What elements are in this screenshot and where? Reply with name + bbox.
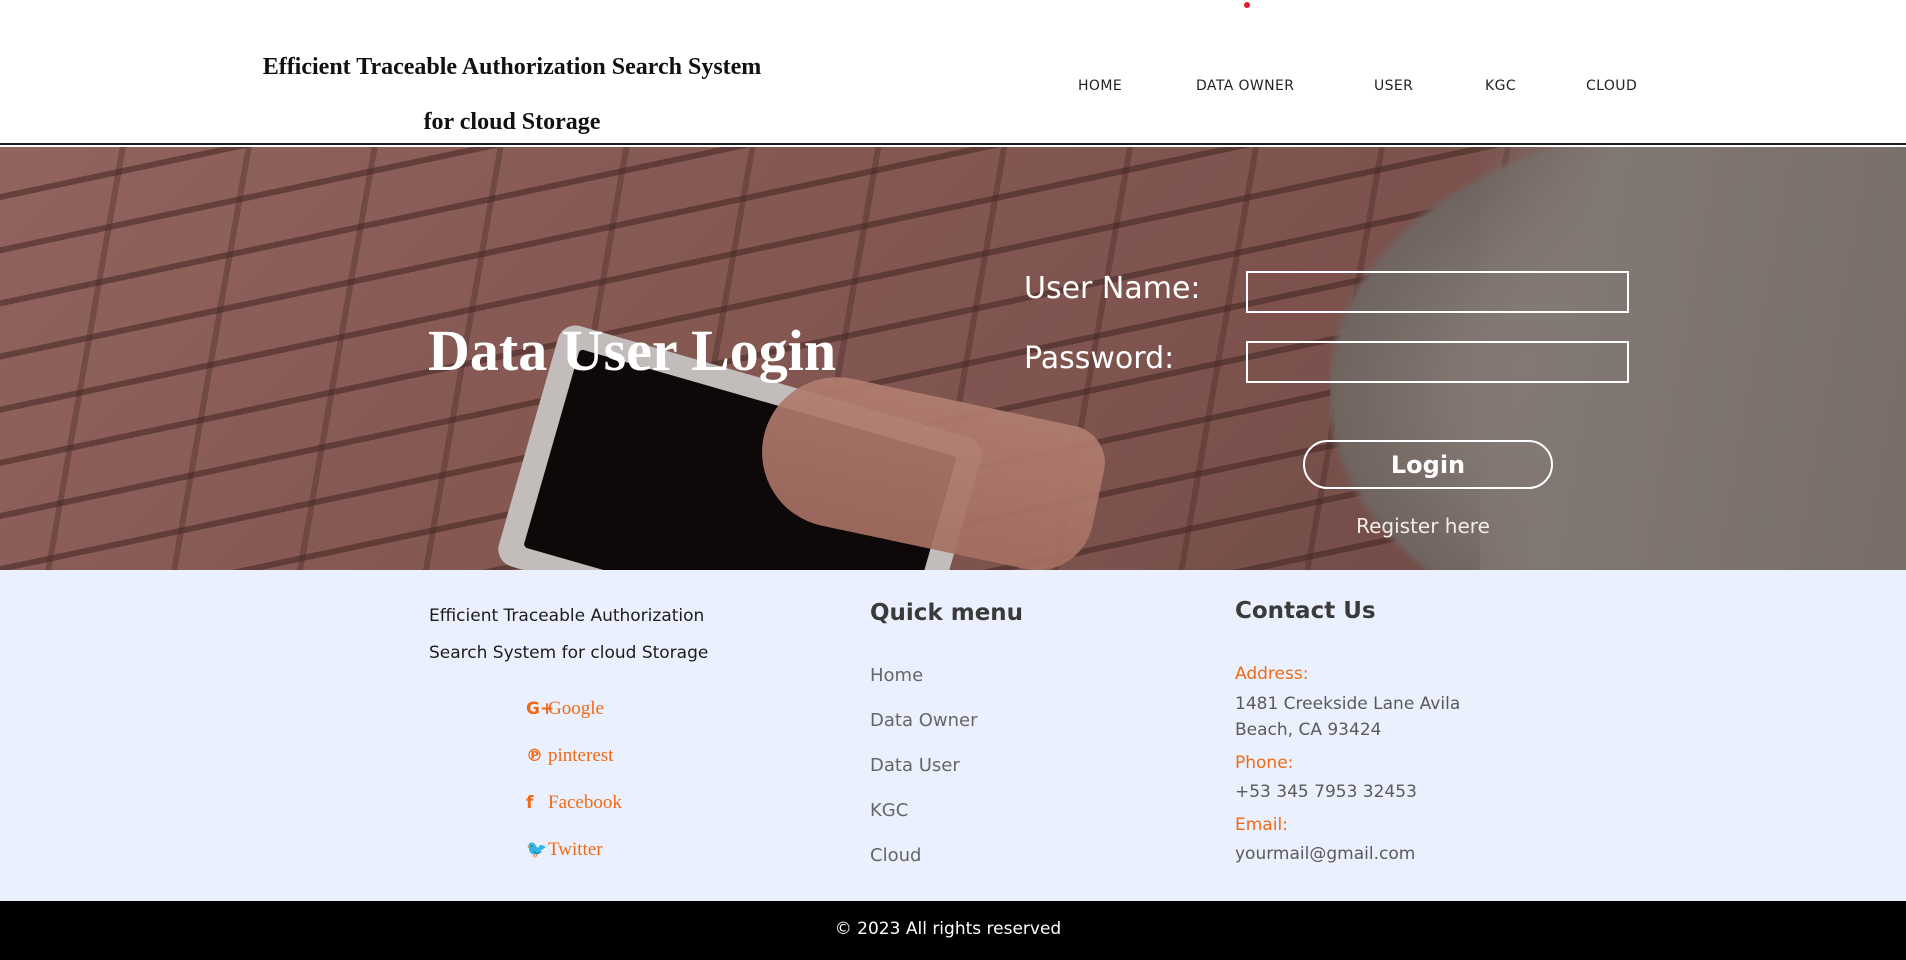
- social-google-label: Google: [548, 698, 604, 719]
- social-twitter-link[interactable]: 🐦Twitter: [526, 839, 603, 861]
- footer-link-cloud[interactable]: Cloud: [870, 845, 921, 866]
- quick-menu-heading: Quick menu: [870, 600, 1024, 626]
- email-label: Email:: [1235, 815, 1288, 835]
- twitter-icon: 🐦: [526, 840, 548, 860]
- register-link[interactable]: Register here: [1303, 514, 1543, 538]
- page-title: Data User Login: [428, 318, 837, 383]
- copyright-text: © 2023 All rights reserved: [834, 919, 1062, 939]
- footer-link-data-owner[interactable]: Data Owner: [870, 710, 977, 731]
- social-google-link[interactable]: G+Google: [526, 698, 604, 720]
- address-value: 1481 Creekside Lane Avila Beach, CA 9342…: [1235, 694, 1461, 740]
- phone-label: Phone:: [1235, 753, 1294, 773]
- nav-home[interactable]: HOME: [1078, 78, 1122, 94]
- username-input[interactable]: [1246, 271, 1629, 313]
- footer-link-home[interactable]: Home: [870, 665, 923, 686]
- footer-about-line2: Search System for cloud Storage: [429, 643, 709, 663]
- google-plus-icon: G+: [526, 699, 555, 719]
- facebook-icon: f: [526, 793, 534, 813]
- nav-kgc[interactable]: KGC: [1485, 78, 1516, 94]
- site-footer: Efficient Traceable Authorization Search…: [0, 570, 1906, 901]
- site-title-line2: for cloud Storage: [423, 109, 601, 135]
- login-button[interactable]: Login: [1303, 440, 1553, 489]
- login-hero: Data User Login User Name: Password: Log…: [0, 147, 1906, 570]
- address-label: Address:: [1235, 664, 1309, 684]
- contact-heading: Contact Us: [1235, 598, 1376, 624]
- footer-about: Efficient Traceable Authorization Search…: [429, 598, 749, 672]
- phone-value: +53 345 7953 32453: [1235, 782, 1417, 802]
- social-facebook-link[interactable]: f Facebook: [526, 792, 622, 814]
- email-value: yourmail@gmail.com: [1235, 844, 1416, 864]
- social-twitter-label: Twitter: [548, 839, 603, 860]
- nav-data-owner[interactable]: DATA OWNER: [1196, 78, 1294, 94]
- footer-link-kgc[interactable]: KGC: [870, 800, 908, 821]
- footer-link-data-user[interactable]: Data User: [870, 755, 960, 776]
- main-nav: HOME DATA OWNER USER KGC CLOUD: [0, 78, 1906, 98]
- nav-cloud[interactable]: CLOUD: [1586, 78, 1637, 94]
- social-facebook-label: Facebook: [548, 792, 622, 813]
- footer-about-line1: Efficient Traceable Authorization: [429, 606, 705, 626]
- password-label: Password:: [1024, 341, 1175, 376]
- site-header: Efficient Traceable Authorization Search…: [0, 0, 1906, 145]
- nav-user[interactable]: USER: [1374, 78, 1413, 94]
- username-label: User Name:: [1024, 271, 1201, 306]
- red-dot-indicator: [1244, 2, 1250, 8]
- password-input[interactable]: [1246, 341, 1629, 383]
- social-pinterest-link[interactable]: ℗ pinterest: [526, 745, 613, 767]
- pinterest-icon: ℗: [526, 746, 543, 766]
- social-pinterest-label: pinterest: [548, 745, 614, 766]
- copyright-bar: © 2023 All rights reserved: [0, 901, 1906, 960]
